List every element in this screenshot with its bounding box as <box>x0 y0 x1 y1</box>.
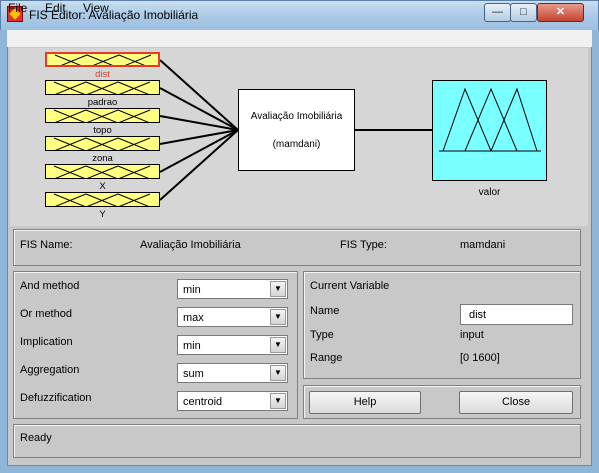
variable-name-input[interactable]: dist <box>460 304 573 325</box>
status-text: Ready <box>20 432 52 444</box>
implication-dropdown[interactable]: min ▼ <box>177 335 288 355</box>
and-method-label: And method <box>20 280 80 292</box>
fis-name-label: FIS Name: <box>20 239 73 251</box>
fis-type-label: FIS Type: <box>340 239 387 251</box>
close-button[interactable]: Close <box>459 391 573 414</box>
input-label-x: X <box>99 181 106 192</box>
current-variable-heading: Current Variable <box>310 280 390 292</box>
or-method-value: max <box>183 312 204 324</box>
chevron-down-icon: ▼ <box>270 281 286 297</box>
input-box-zona[interactable] <box>45 136 160 151</box>
fis-system-name: Avaliação Imobiliária <box>250 111 343 122</box>
chevron-down-icon: ▼ <box>270 393 286 409</box>
fis-system-block[interactable]: Avaliação Imobiliária (mamdani) <box>238 89 355 171</box>
variable-type-value: input <box>460 329 484 341</box>
aggregation-label: Aggregation <box>20 364 80 376</box>
and-method-value: min <box>183 284 201 296</box>
input-box-y[interactable] <box>45 192 160 207</box>
fis-system-type: (mamdani) <box>272 139 321 150</box>
chevron-down-icon: ▼ <box>270 309 286 325</box>
chevron-down-icon: ▼ <box>270 337 286 353</box>
implication-value: min <box>183 340 201 352</box>
output-label-valor: valor <box>478 187 501 198</box>
defuzzification-value: centroid <box>183 396 223 408</box>
input-box-padrao[interactable] <box>45 80 160 95</box>
input-box-x[interactable] <box>45 164 160 179</box>
variable-range-value: [0 1600] <box>460 352 500 364</box>
input-label-zona: zona <box>92 153 113 164</box>
input-box-dist[interactable] <box>45 52 160 67</box>
defuzzification-label: Defuzzification <box>20 392 92 404</box>
or-method-label: Or method <box>20 308 72 320</box>
status-panel <box>13 424 581 458</box>
input-label-y: Y <box>99 209 106 220</box>
aggregation-dropdown[interactable]: sum ▼ <box>177 363 288 383</box>
aggregation-value: sum <box>183 368 204 380</box>
input-label-dist: dist <box>95 69 110 80</box>
and-method-dropdown[interactable]: min ▼ <box>177 279 288 299</box>
input-box-topo[interactable] <box>45 108 160 123</box>
input-label-padrao: padrao <box>87 97 118 108</box>
defuzzification-dropdown[interactable]: centroid ▼ <box>177 391 288 411</box>
output-box-valor[interactable] <box>432 80 547 181</box>
variable-name-label: Name <box>310 305 340 317</box>
chevron-down-icon: ▼ <box>270 365 286 381</box>
implication-label: Implication <box>20 336 73 348</box>
variable-range-label: Range <box>310 352 343 364</box>
or-method-dropdown[interactable]: max ▼ <box>177 307 288 327</box>
fis-name-value: Avaliação Imobiliária <box>140 239 241 251</box>
output-membership-icon <box>439 87 541 152</box>
help-button[interactable]: Help <box>309 391 421 414</box>
input-label-topo: topo <box>93 125 112 136</box>
fis-type-value: mamdani <box>460 239 506 251</box>
variable-type-label: Type <box>310 329 334 341</box>
